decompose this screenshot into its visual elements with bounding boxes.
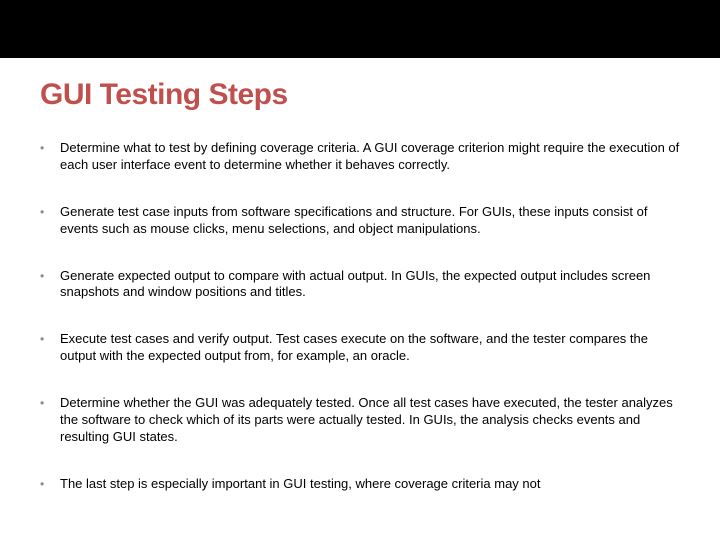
bullet-icon: • (40, 140, 60, 157)
bullet-icon: • (40, 476, 60, 493)
list-item: • Generate expected output to compare wi… (40, 268, 680, 302)
slide-content: GUI Testing Steps • Determine what to te… (0, 58, 720, 493)
bullet-text: Determine whether the GUI was adequately… (60, 395, 680, 446)
list-item: • Generate test case inputs from softwar… (40, 204, 680, 238)
list-item: • Determine whether the GUI was adequate… (40, 395, 680, 446)
bullet-text: Execute test cases and verify output. Te… (60, 331, 680, 365)
list-item: • Determine what to test by defining cov… (40, 140, 680, 174)
bullet-icon: • (40, 331, 60, 348)
top-bar (0, 0, 720, 58)
bullet-text: Generate test case inputs from software … (60, 204, 680, 238)
bullet-list: • Determine what to test by defining cov… (40, 140, 680, 493)
bullet-text: The last step is especially important in… (60, 476, 680, 493)
list-item: • The last step is especially important … (40, 476, 680, 493)
slide-title: GUI Testing Steps (40, 78, 680, 112)
bullet-text: Determine what to test by defining cover… (60, 140, 680, 174)
bullet-icon: • (40, 204, 60, 221)
bullet-text: Generate expected output to compare with… (60, 268, 680, 302)
bullet-icon: • (40, 395, 60, 412)
list-item: • Execute test cases and verify output. … (40, 331, 680, 365)
bullet-icon: • (40, 268, 60, 285)
